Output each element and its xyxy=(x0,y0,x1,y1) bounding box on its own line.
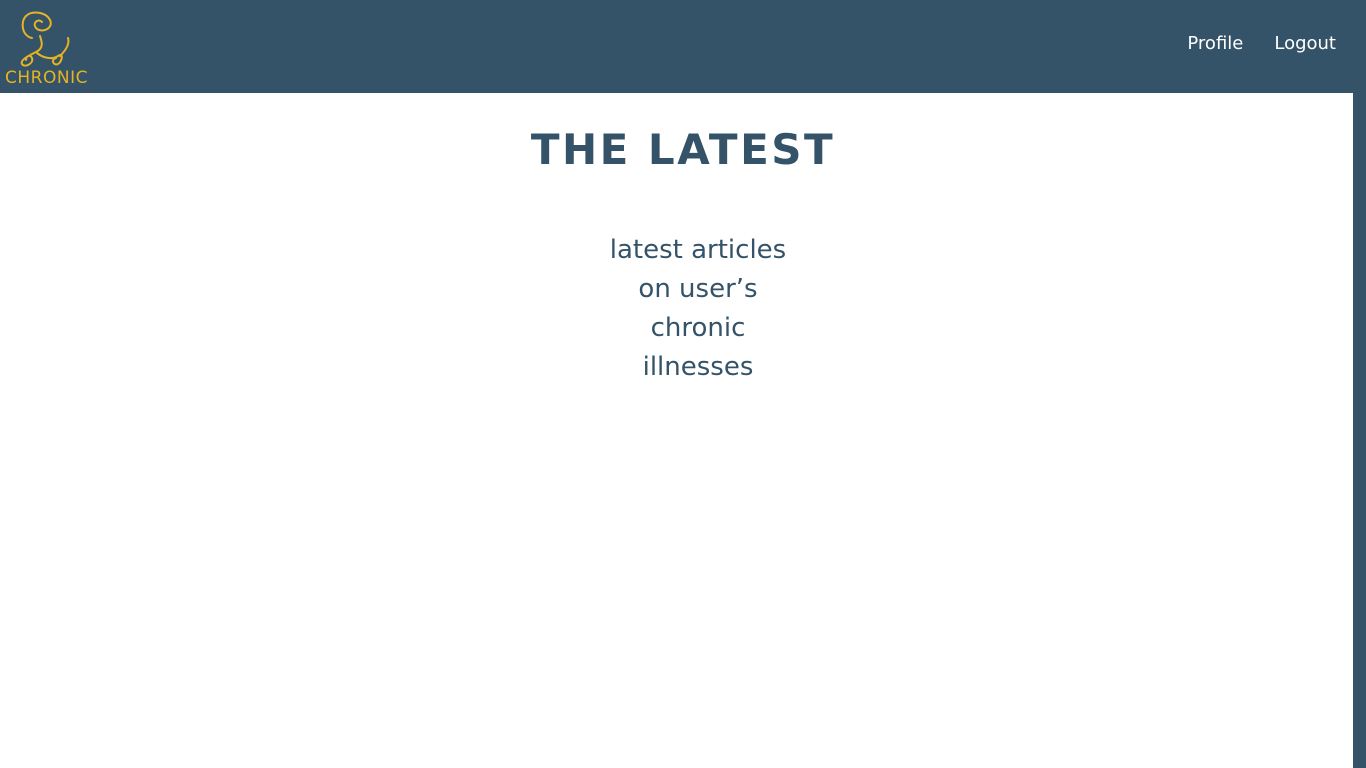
placeholder-line: illnesses xyxy=(642,352,754,382)
logout-link[interactable]: Logout xyxy=(1274,32,1336,56)
header-nav: Profile Logout xyxy=(1187,32,1336,56)
right-edge-bar xyxy=(1353,93,1366,768)
page-title: THE LATEST xyxy=(530,125,836,174)
placeholder-line: on user’s xyxy=(638,274,758,304)
placeholder-line: chronic xyxy=(650,313,746,343)
chronic-logo-icon xyxy=(20,11,70,67)
articles-placeholder: latest articles on user’s chronic illnes… xyxy=(548,231,848,387)
chronic-logo[interactable]: CHRONIC xyxy=(4,8,96,90)
logo-wordmark: CHRONIC xyxy=(5,68,88,88)
top-nav-bar: CHRONIC Profile Logout xyxy=(0,0,1366,93)
profile-link[interactable]: Profile xyxy=(1187,32,1243,56)
placeholder-line: latest articles xyxy=(609,235,787,265)
